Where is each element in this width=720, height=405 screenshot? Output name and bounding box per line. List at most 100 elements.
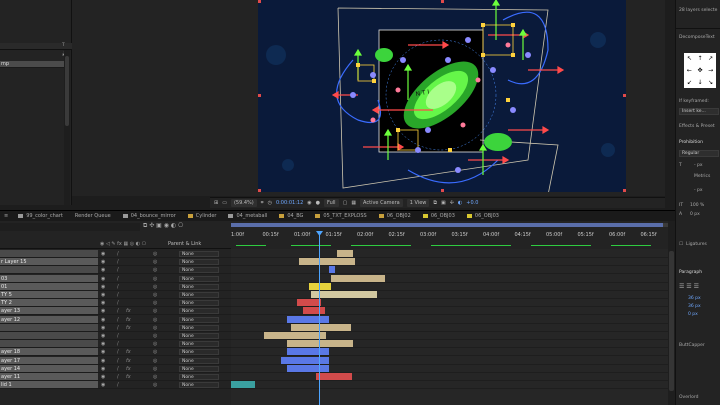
font-style-dropdown[interactable]: Regular xyxy=(679,150,719,157)
layer-row[interactable]: TY 2 ◉ / ◎ None xyxy=(0,299,231,308)
layer-row[interactable]: lid 1 ◉ / ◎ None xyxy=(0,381,231,390)
parent-pickwhip-icon[interactable]: ◎ xyxy=(153,307,157,315)
layer-duration-bar[interactable] xyxy=(287,340,353,348)
parent-dropdown[interactable]: None xyxy=(179,333,219,339)
insert-keyframe-dropdown[interactable]: Insert ke... xyxy=(679,108,719,115)
quality-switch-icon[interactable]: / xyxy=(117,348,119,356)
timeline-tab[interactable]: 04_metaball xyxy=(222,213,273,219)
timeline-tab[interactable]: 06_OBJ03 xyxy=(461,213,505,219)
visibility-eye-icon[interactable]: ◉ xyxy=(101,348,106,356)
layer-row[interactable]: ayer 17 ◉ / fx ◎ None xyxy=(0,356,231,365)
parent-pickwhip-icon[interactable]: ◎ xyxy=(153,291,157,299)
parent-pickwhip-icon[interactable]: ◎ xyxy=(153,250,157,258)
show-channel-icon[interactable]: ● xyxy=(316,200,320,206)
region-icon[interactable]: ▢ xyxy=(343,200,348,206)
timeline-scrollbar[interactable] xyxy=(668,221,675,405)
arrow-s-icon[interactable]: ↓ xyxy=(697,79,702,86)
visibility-eye-icon[interactable]: ◉ xyxy=(101,340,106,348)
layer-duration-bar[interactable] xyxy=(331,274,385,282)
parent-pickwhip-icon[interactable]: ◎ xyxy=(153,348,157,356)
timeline-tab[interactable]: 05_TXT_EXPLOSS xyxy=(309,213,372,219)
layer-name[interactable] xyxy=(0,250,98,257)
layer-duration-bar[interactable] xyxy=(299,258,355,266)
layer-name[interactable] xyxy=(0,323,98,331)
timeline-area[interactable]: 1:00f 00:15f 01:00f 01:15f 02:00f 02:15f 03:00… xyxy=(231,221,668,405)
parent-pickwhip-icon[interactable]: ◎ xyxy=(153,373,157,381)
layer-row[interactable]: ayer 18 ◉ / fx ◎ None xyxy=(0,348,231,357)
layer-row[interactable]: ◉ / ◎ None xyxy=(0,250,231,258)
quality-switch-icon[interactable]: / xyxy=(117,381,119,389)
quality-switch-icon[interactable]: / xyxy=(117,283,119,291)
timeline-tab[interactable]: Render Queue xyxy=(69,213,117,219)
overlord-panel[interactable]: Overlord xyxy=(679,395,698,400)
layer-name[interactable]: ayer 11 xyxy=(0,373,98,380)
parent-dropdown[interactable]: None xyxy=(179,275,219,282)
space-before-value[interactable]: 0 px xyxy=(688,312,698,317)
fx-switch-icon[interactable]: fx xyxy=(126,316,131,324)
parent-pickwhip-icon[interactable]: ◎ xyxy=(153,316,157,324)
parent-pickwhip-icon[interactable]: ◎ xyxy=(153,332,157,340)
parent-pickwhip-icon[interactable]: ◎ xyxy=(153,283,157,291)
tab-menu-icon[interactable]: ≡ xyxy=(0,213,12,219)
layer-name[interactable] xyxy=(0,340,98,348)
quality-switch-icon[interactable]: / xyxy=(117,340,119,348)
layer-row[interactable]: ◉ / fx ◎ None xyxy=(0,323,231,332)
fx-switch-icon[interactable]: fx xyxy=(126,307,131,315)
parent-pickwhip-icon[interactable]: ◎ xyxy=(153,275,157,283)
quality-switch-icon[interactable]: / xyxy=(117,258,119,266)
arrow-ne-icon[interactable]: ↗ xyxy=(708,55,713,62)
center-icon[interactable]: ✥ xyxy=(697,67,702,74)
layer-duration-bar[interactable] xyxy=(231,381,255,389)
layer-toolbar-icons[interactable]: ⧉ ✣ ▣ ◉ ◐ ⎔ xyxy=(143,222,183,230)
layer-name[interactable]: r Layer 15 xyxy=(0,258,98,266)
layer-name[interactable] xyxy=(0,332,98,339)
baseline-value[interactable]: 0 px xyxy=(690,212,700,217)
transparency-grid-icon[interactable]: ▦ xyxy=(351,200,356,206)
timeline-tab[interactable]: 06_OBJ02 xyxy=(373,213,417,219)
quality-switch-icon[interactable]: / xyxy=(117,365,119,373)
arrow-se-icon[interactable]: ↘ xyxy=(708,79,713,86)
quality-switch-icon[interactable]: / xyxy=(117,299,119,307)
layer-row[interactable]: ayer 13 ◉ / fx ◎ None xyxy=(0,307,231,316)
timeline-tab[interactable]: 04_bounce_mirror xyxy=(117,213,182,219)
timeline-tab[interactable]: 99_color_chart xyxy=(12,213,69,219)
parent-dropdown[interactable]: None xyxy=(179,374,219,380)
parent-pickwhip-icon[interactable]: ◎ xyxy=(153,381,157,389)
timeline-scroll-thumb[interactable] xyxy=(669,251,674,391)
quality-switch-icon[interactable]: / xyxy=(117,291,119,299)
align-buttons[interactable]: ☰ ☰ ☰ xyxy=(679,283,699,290)
visibility-eye-icon[interactable]: ◉ xyxy=(101,275,106,283)
layer-row[interactable]: ◉ / ◎ None xyxy=(0,340,231,349)
snapshot-icon[interactable]: ◉ xyxy=(307,200,311,206)
views-dropdown[interactable]: 1 View xyxy=(406,199,430,207)
quality-switch-icon[interactable]: / xyxy=(117,250,119,258)
layer-row[interactable]: 01 ◉ / ◎ None xyxy=(0,282,231,291)
layer-row[interactable]: r Layer 15 ◉ / ◎ None xyxy=(0,258,231,267)
layer-name[interactable] xyxy=(0,266,98,274)
arrow-sw-icon[interactable]: ↙ xyxy=(687,79,692,86)
resolution-grid-icon[interactable]: ⌗ xyxy=(261,200,264,206)
layer-row[interactable]: ayer 12 ◉ / fx ◎ None xyxy=(0,315,231,324)
layer-row[interactable]: ayer 11 ◉ / fx ◎ None xyxy=(0,373,231,381)
project-scroll-thumb[interactable] xyxy=(65,56,69,126)
quality-switch-icon[interactable]: / xyxy=(117,316,119,324)
parent-dropdown[interactable]: None xyxy=(179,357,219,364)
quality-switch-icon[interactable]: / xyxy=(117,332,119,340)
work-area-bar[interactable] xyxy=(231,223,668,227)
render-icon[interactable]: ▣ xyxy=(441,200,446,206)
layer-duration-bar[interactable] xyxy=(316,373,352,380)
parent-dropdown[interactable]: None xyxy=(179,259,219,266)
parent-pickwhip-icon[interactable]: ◎ xyxy=(153,299,157,307)
visibility-eye-icon[interactable]: ◉ xyxy=(101,373,106,381)
paragraph-tab[interactable]: Paragraph xyxy=(679,270,702,275)
layer-duration-bar[interactable] xyxy=(311,291,377,298)
timeline-tab[interactable]: Cylinder xyxy=(182,213,223,219)
arrow-nw-icon[interactable]: ↖ xyxy=(687,55,692,62)
visibility-eye-icon[interactable]: ◉ xyxy=(101,324,106,332)
parent-dropdown[interactable]: None xyxy=(179,382,219,389)
composition-canvas[interactable]: N T I xyxy=(258,0,626,196)
layer-name[interactable]: 03 xyxy=(0,274,98,282)
layer-row[interactable]: TY 5 ◉ / ◎ None xyxy=(0,291,231,299)
layer-search-field[interactable] xyxy=(0,223,140,231)
parent-pickwhip-icon[interactable]: ◎ xyxy=(153,357,157,365)
